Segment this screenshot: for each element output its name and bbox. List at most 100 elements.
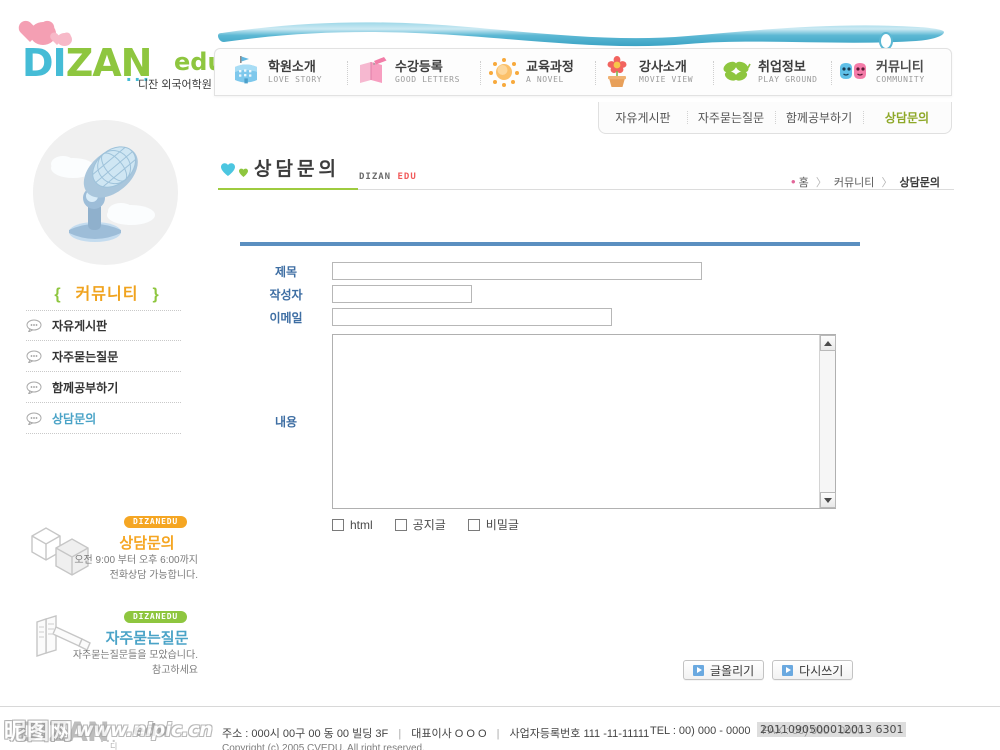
nav-item-교육과정[interactable]: 교육과정 A NOVEL [487, 49, 574, 95]
scroll-down-button[interactable] [820, 492, 836, 508]
subnav-item-자유게시판[interactable]: 자유게시판 [599, 109, 687, 126]
sidebar-item-상담문의[interactable]: 상담문의 [26, 403, 181, 434]
submit-post-button[interactable]: 글올리기 [683, 660, 765, 680]
checkbox-box[interactable] [332, 518, 344, 531]
sidebar-item-label: 자유게시판 [52, 319, 108, 333]
banner-desc-line2: 참고하세요 [152, 664, 198, 676]
content-textarea-wrap [332, 334, 836, 509]
nav-divider [347, 61, 348, 85]
two-faces-icon [837, 55, 871, 89]
checkbox-비밀글[interactable]: 비밀글 [467, 516, 519, 533]
sun-icon [487, 55, 521, 89]
subnav-item-함께공부하기[interactable]: 함께공부하기 [775, 109, 863, 126]
footer-copyright: Copyright (c) 2005 CVEDU. All right rese… [222, 743, 425, 750]
banner-desc-line1: 오전 9:00 부터 오후 6:00까지 [74, 555, 198, 566]
logo-subtitle: 디잔 외국어학원 [138, 79, 212, 91]
nav-divider [595, 61, 596, 85]
play-triangle-icon [782, 664, 794, 676]
nav-label-en: PLAY GROUND [758, 74, 818, 84]
nav-label-kr: 교육과정 [526, 58, 574, 74]
banner-description: 자주묻는질문들을 모았습니다. 참고하세요 [18, 649, 204, 678]
checkbox-box[interactable] [394, 518, 407, 531]
footer-bizno: 사업자등록번호 111 -11-11111 [509, 728, 650, 740]
footer-divider: | [398, 728, 402, 740]
sidebar-banner-자주묻는질문[interactable]: DIZANEDU 자주묻는질문 자주묻는질문들을 모았습니다. 참고하세요 [18, 605, 204, 693]
nav-label-group: 커뮤니티 COMMUNITY [876, 60, 925, 84]
sidebar-item-자주묻는질문[interactable]: 자주묻는질문 [26, 341, 181, 372]
sub-navigation[interactable]: 자유게시판 자주묻는질문 함께공부하기 상담문의 [598, 102, 952, 134]
breadcrumb-separator: 〉 [881, 177, 893, 189]
blue-wave-ribbon [218, 22, 944, 48]
nav-label-group: 강사소개 MOVIE VIEW [639, 60, 693, 84]
nav-label-en: MOVIE VIEW [639, 74, 694, 84]
sidebar-item-자유게시판[interactable]: 자유게시판 [26, 310, 181, 341]
nav-label-kr: 취업정보 [758, 58, 806, 74]
page-header: 상담문의 DIZAN EDU • 홈 〉 커뮤니티 〉 상담문의 [214, 150, 954, 194]
textarea-scrollbar[interactable] [819, 335, 836, 508]
watermark-site: www.nipic.cn [76, 719, 213, 741]
main-navigation[interactable]: 학원소개 LOVE STORY 수강등록 GOOD LETTERS 교육과정 A… [214, 48, 952, 96]
form-row-content: 내용 [240, 334, 860, 509]
nav-item-취업정보[interactable]: 취업정보 PLAY GROUND [719, 49, 818, 95]
email-input[interactable] [332, 308, 612, 326]
form-row-email: 이메일 [240, 308, 860, 326]
breadcrumb-current: 상담문의 [899, 177, 940, 189]
clover-icon [719, 55, 753, 89]
form-actions: 글올리기 다시쓰기 [683, 660, 854, 680]
nav-label-en: COMMUNITY [876, 74, 925, 84]
checkbox-box[interactable] [467, 518, 480, 531]
school-building-icon [229, 55, 263, 89]
form-row-author: 작성자 [240, 285, 860, 303]
sidebar-menu[interactable]: 자유게시판 자주묻는질문 함께공부하기 상담문의 [26, 310, 181, 434]
sidebar-item-label: 상담문의 [52, 411, 97, 426]
breadcrumb-home[interactable]: 홈 [799, 177, 809, 189]
main-content: 상담문의 DIZAN EDU • 홈 〉 커뮤니티 〉 상담문의 제목 작성자 [214, 150, 954, 680]
footer-address: 주소 : 000시 00구 00 동 00 빌딩 3F [222, 728, 389, 740]
title-input[interactable] [332, 262, 702, 280]
desk-microphone-icon [33, 120, 177, 264]
sidebar-item-label: 자주묻는질문 [52, 349, 119, 364]
watermark-mark: 昵图网 [4, 719, 74, 744]
nav-label-kr: 학원소개 [268, 58, 316, 74]
nav-label-group: 학원소개 LOVE STORY [268, 60, 322, 84]
breadcrumb: • 홈 〉 커뮤니티 〉 상담문의 [791, 174, 940, 190]
author-input[interactable] [332, 285, 472, 303]
play-triangle-icon [693, 664, 704, 676]
nav-label-en: LOVE STORY [268, 74, 323, 84]
form-top-rule [240, 242, 860, 246]
brace-left: { [54, 286, 62, 303]
speech-bubble-icon [26, 350, 42, 363]
nav-item-강사소개[interactable]: 강사소개 MOVIE VIEW [600, 49, 693, 95]
nav-label-en: GOOD LETTERS [395, 74, 460, 84]
label-제목: 제목 [274, 264, 298, 279]
site-header: DIZAN ... edu 디잔 외국어학원 학원소개 LOVE STORY 수… [0, 0, 1000, 140]
site-logo[interactable]: DIZAN ... edu 디잔 외국어학원 [14, 22, 225, 92]
inquiry-form: 제목 작성자 이메일 내용 html 공지글 비밀글 글올리기 다시쓰기 [240, 242, 860, 680]
label-이메일: 이메일 [269, 310, 303, 325]
nav-item-학원소개[interactable]: 학원소개 LOVE STORY [229, 49, 322, 95]
sidebar-item-함께공부하기[interactable]: 함께공부하기 [26, 372, 181, 403]
flower-pot-icon [600, 55, 634, 89]
sidebar-banner-상담문의[interactable]: DIZANEDU 상담문의 오전 9:00 부터 오후 6:00까지 전화상담 … [18, 510, 204, 598]
content-textarea[interactable] [333, 335, 819, 508]
banner-desc-line1: 자주묻는질문들을 모았습니다. [72, 650, 198, 661]
logo-di: DI [22, 41, 67, 85]
label-내용: 내용 [274, 415, 298, 429]
watermark-nipic: 昵图网 www.nipic.cn [4, 714, 213, 746]
checkbox-html[interactable]: html [332, 518, 373, 532]
scroll-up-button[interactable] [820, 335, 836, 351]
checkbox-공지글[interactable]: 공지글 [394, 516, 446, 533]
nav-item-커뮤니티[interactable]: 커뮤니티 COMMUNITY [837, 49, 925, 95]
book-pencil-icon [356, 55, 390, 89]
breadcrumb-section[interactable]: 커뮤니티 [834, 177, 874, 189]
banner-tag: DIZANEDU [124, 516, 187, 528]
nav-label-kr: 강사소개 [639, 58, 687, 74]
heart-pair-icon [221, 163, 248, 177]
subnav-item-상담문의[interactable]: 상담문의 [863, 109, 951, 126]
title-underline-green [218, 188, 358, 190]
reset-rewrite-button[interactable]: 다시쓰기 [772, 660, 854, 680]
nav-item-수강등록[interactable]: 수강등록 GOOD LETTERS [356, 49, 460, 95]
breadcrumb-separator: 〉 [815, 177, 827, 189]
footer-ceo: 대표이사 O O O [411, 728, 487, 740]
subnav-item-자주묻는질문[interactable]: 자주묻는질문 [687, 109, 775, 126]
